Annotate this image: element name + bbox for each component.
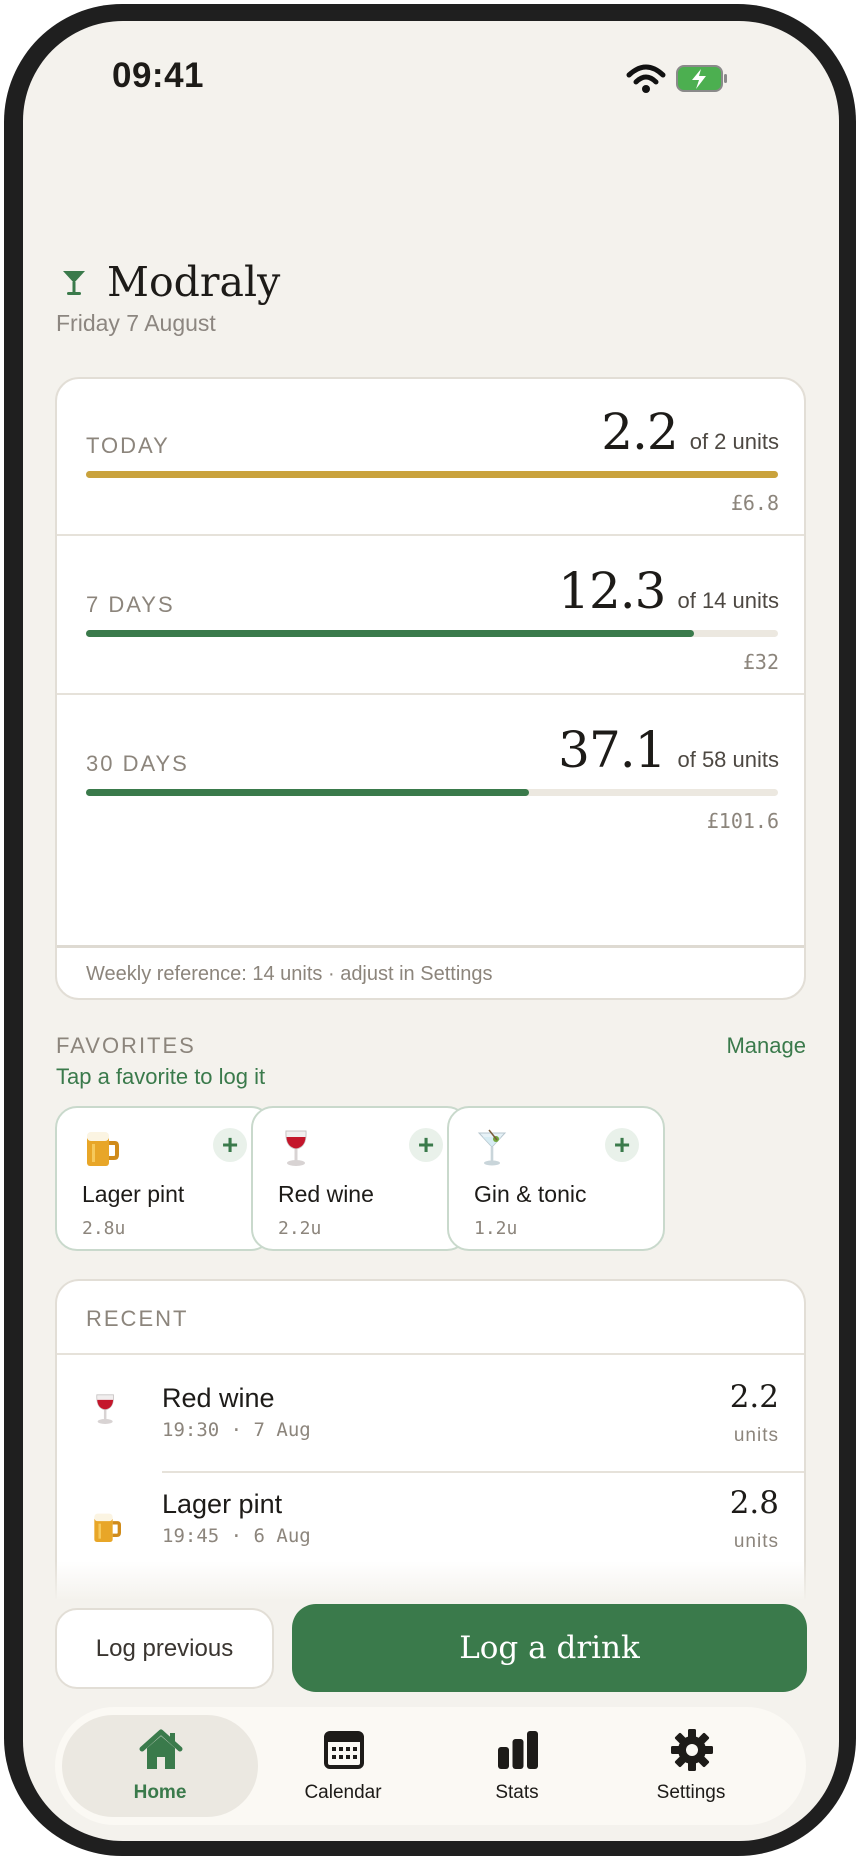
scroll-fade <box>23 1561 839 1601</box>
favorite-units: 2.8u <box>82 1218 126 1239</box>
add-icon[interactable]: + <box>213 1128 247 1162</box>
tab-label: Stats <box>495 1782 539 1803</box>
progress-bar <box>86 471 778 478</box>
beer-mug-icon <box>87 1132 119 1166</box>
favorites-heading: FAVORITES <box>56 1033 196 1058</box>
progress-bar <box>86 789 778 796</box>
recent-drink-time: 19:45 · 6 Aug <box>162 1525 311 1547</box>
favorite-lager-pint[interactable]: + Lager pint 2.8u <box>55 1106 273 1251</box>
summary-limit: of 14 units <box>677 588 779 613</box>
summary-limit: of 58 units <box>677 747 779 772</box>
stats-icon <box>498 1731 538 1769</box>
favorites-hint: Tap a favorite to log it <box>56 1064 266 1089</box>
recent-drink-name: Lager pint <box>162 1489 283 1519</box>
phone-frame: 09:41 Modraly Friday 7 August TODAY 2.2 … <box>4 4 856 1856</box>
wifi-icon <box>626 64 666 93</box>
favorite-name: Gin & tonic <box>474 1181 587 1207</box>
recent-heading: RECENT <box>86 1306 189 1331</box>
manage-favorites-link[interactable]: Manage <box>726 1033 806 1059</box>
tab-settings[interactable]: Settings <box>593 1715 789 1817</box>
tab-label: Home <box>133 1782 187 1803</box>
beer-mug-icon <box>94 1513 121 1542</box>
screen: 09:41 Modraly Friday 7 August TODAY 2.2 … <box>23 21 839 1841</box>
summary-label: 7 DAYS <box>86 592 175 617</box>
summary-value: 2.2 <box>601 403 679 461</box>
summary-label: TODAY <box>86 433 170 458</box>
favorite-red-wine[interactable]: + Red wine 2.2u <box>251 1106 469 1251</box>
summary-value: 37.1 <box>558 721 666 779</box>
current-date: Friday 7 August <box>56 310 216 336</box>
summary-cost: £101.6 <box>706 809 779 833</box>
summary-row-30-days[interactable]: 30 DAYS 37.1 of 58 units £101.6 <box>57 695 804 883</box>
recent-entry[interactable]: Red wine 19:30 · 7 Aug 2.2 units <box>57 1355 804 1470</box>
tab-label: Settings <box>656 1782 726 1803</box>
tab-calendar[interactable]: Calendar <box>245 1715 441 1817</box>
summary-cost: £6.8 <box>730 491 779 515</box>
tab-label: Calendar <box>304 1782 382 1803</box>
add-icon[interactable]: + <box>605 1128 639 1162</box>
log-drink-button[interactable]: Log a drink <box>292 1604 807 1692</box>
progress-fill <box>86 471 778 478</box>
progress-bar <box>86 630 778 637</box>
summary-cost: £32 <box>742 650 779 674</box>
favorite-units: 1.2u <box>474 1218 518 1239</box>
status-icons <box>626 64 727 93</box>
recent-drink-time: 19:30 · 7 Aug <box>162 1419 311 1441</box>
recent-drinks-card: RECENT Red wine 19:30 · 7 Aug 2.2 units … <box>55 1279 806 1599</box>
calendar-icon <box>324 1731 364 1769</box>
recent-drink-name: Red wine <box>162 1383 275 1413</box>
summary-limit: of 2 units <box>689 429 779 454</box>
tab-bar: Home Calendar Stats Settings <box>55 1707 806 1825</box>
app-title: Modraly <box>107 258 281 306</box>
recent-drink-units: 2.8 <box>729 1485 779 1521</box>
progress-fill <box>86 630 695 637</box>
status-time: 09:41 <box>112 56 205 95</box>
home-icon <box>139 1729 183 1769</box>
wine-glass-icon <box>96 1394 114 1424</box>
units-label: units <box>733 1531 779 1552</box>
divider <box>57 945 804 948</box>
favorite-gin-and-tonic[interactable]: + Gin & tonic 1.2u <box>447 1106 665 1251</box>
tab-home[interactable]: Home <box>62 1715 258 1817</box>
gear-icon <box>671 1729 713 1771</box>
cocktail-logo-icon <box>63 271 85 295</box>
cocktail-glass-icon <box>477 1129 507 1166</box>
add-icon[interactable]: + <box>409 1128 443 1162</box>
progress-fill <box>86 789 529 796</box>
consumption-summary-card: TODAY 2.2 of 2 units £6.8 7 DAYS 12.3 of… <box>55 377 806 1000</box>
summary-label: 30 DAYS <box>86 751 189 776</box>
recent-drink-units: 2.2 <box>729 1379 779 1415</box>
favorite-name: Red wine <box>278 1181 374 1207</box>
summary-value: 12.3 <box>558 562 666 620</box>
favorite-units: 2.2u <box>278 1218 322 1239</box>
log-previous-button[interactable]: Log previous <box>55 1608 274 1689</box>
wine-glass-icon <box>285 1130 307 1166</box>
battery-icon <box>676 65 727 92</box>
tab-stats[interactable]: Stats <box>419 1715 615 1817</box>
units-label: units <box>733 1425 779 1446</box>
favorite-name: Lager pint <box>82 1181 185 1207</box>
weekly-reference-note[interactable]: Weekly reference: 14 units · adjust in S… <box>86 963 493 986</box>
